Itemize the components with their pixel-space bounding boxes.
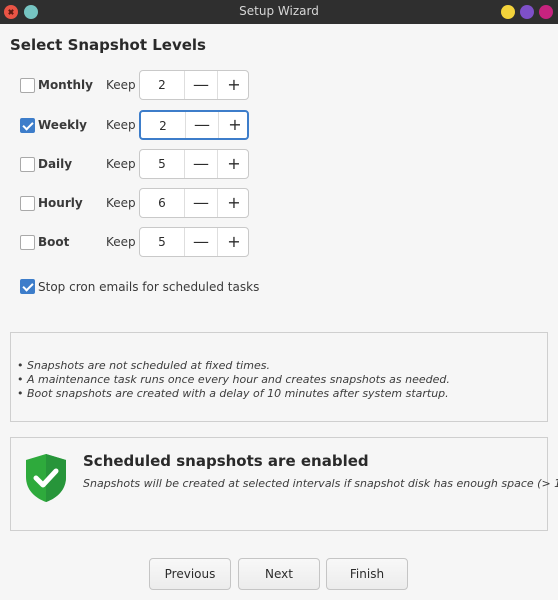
keep-label: Keep — [106, 235, 136, 249]
stepper-value[interactable]: 2 — [140, 78, 184, 92]
cron-label[interactable]: Stop cron emails for scheduled tasks — [38, 280, 259, 294]
level-row-boot: Boot Keep 5 — + — [20, 227, 260, 259]
info-line: • Boot snapshots are created with a dela… — [17, 387, 449, 400]
level-label: Hourly — [38, 196, 83, 210]
level-row-daily: Daily Keep 5 — + — [20, 149, 260, 181]
status-title: Scheduled snapshots are enabled — [83, 452, 369, 470]
increment-button[interactable]: + — [217, 150, 250, 178]
daily-checkbox[interactable] — [20, 157, 35, 172]
maximize-icon[interactable] — [520, 5, 534, 19]
boot-stepper: 5 — + — [139, 227, 249, 257]
keep-label: Keep — [106, 118, 136, 132]
keep-label: Keep — [106, 78, 136, 92]
status-panel: Scheduled snapshots are enabled Snapshot… — [10, 437, 558, 531]
cron-checkbox[interactable] — [20, 279, 35, 294]
hourly-stepper: 6 — + — [139, 188, 249, 218]
stepper-value[interactable]: 5 — [140, 235, 184, 249]
level-label: Weekly — [38, 118, 88, 132]
indicator-icon[interactable] — [539, 5, 553, 19]
keep-label: Keep — [106, 157, 136, 171]
stepper-value[interactable]: 6 — [140, 196, 184, 210]
level-label: Daily — [38, 157, 73, 171]
decrement-button[interactable]: — — [184, 150, 217, 178]
page-title: Select Snapshot Levels — [10, 36, 206, 54]
finish-button[interactable]: Finish — [326, 558, 408, 590]
increment-button[interactable]: + — [218, 112, 251, 138]
decrement-button[interactable]: — — [185, 112, 218, 138]
decrement-button[interactable]: — — [184, 189, 217, 217]
status-subtitle: Snapshots will be created at selected in… — [83, 477, 558, 490]
title-bar: Setup Wizard — [0, 0, 558, 24]
weekly-stepper: 2 — + — [139, 110, 249, 140]
level-label: Monthly — [38, 78, 93, 92]
stepper-value[interactable]: 2 — [141, 119, 185, 133]
info-line: • A maintenance task runs once every hou… — [17, 373, 450, 386]
monthly-stepper: 2 — + — [139, 70, 249, 100]
hourly-checkbox[interactable] — [20, 196, 35, 211]
stepper-value[interactable]: 5 — [140, 157, 184, 171]
level-row-monthly: Monthly Keep 2 — + — [20, 70, 260, 102]
level-row-weekly: Weekly Keep 2 — + — [20, 110, 260, 142]
daily-stepper: 5 — + — [139, 149, 249, 179]
increment-button[interactable]: + — [217, 189, 250, 217]
window-title: Setup Wizard — [239, 4, 319, 18]
level-row-hourly: Hourly Keep 6 — + — [20, 188, 260, 220]
minimize-icon[interactable] — [501, 5, 515, 19]
boot-checkbox[interactable] — [20, 235, 35, 250]
level-label: Boot — [38, 235, 70, 249]
info-line: • Snapshots are not scheduled at fixed t… — [17, 359, 270, 372]
weekly-checkbox[interactable] — [20, 118, 35, 133]
monthly-checkbox[interactable] — [20, 78, 35, 93]
next-button[interactable]: Next — [238, 558, 320, 590]
shield-check-icon — [26, 454, 66, 502]
keep-label: Keep — [106, 196, 136, 210]
increment-button[interactable]: + — [217, 71, 250, 99]
previous-button[interactable]: Previous — [149, 558, 231, 590]
decrement-button[interactable]: — — [184, 228, 217, 256]
info-panel: • Snapshots are not scheduled at fixed t… — [10, 332, 548, 422]
decrement-button[interactable]: — — [184, 71, 217, 99]
increment-button[interactable]: + — [217, 228, 250, 256]
